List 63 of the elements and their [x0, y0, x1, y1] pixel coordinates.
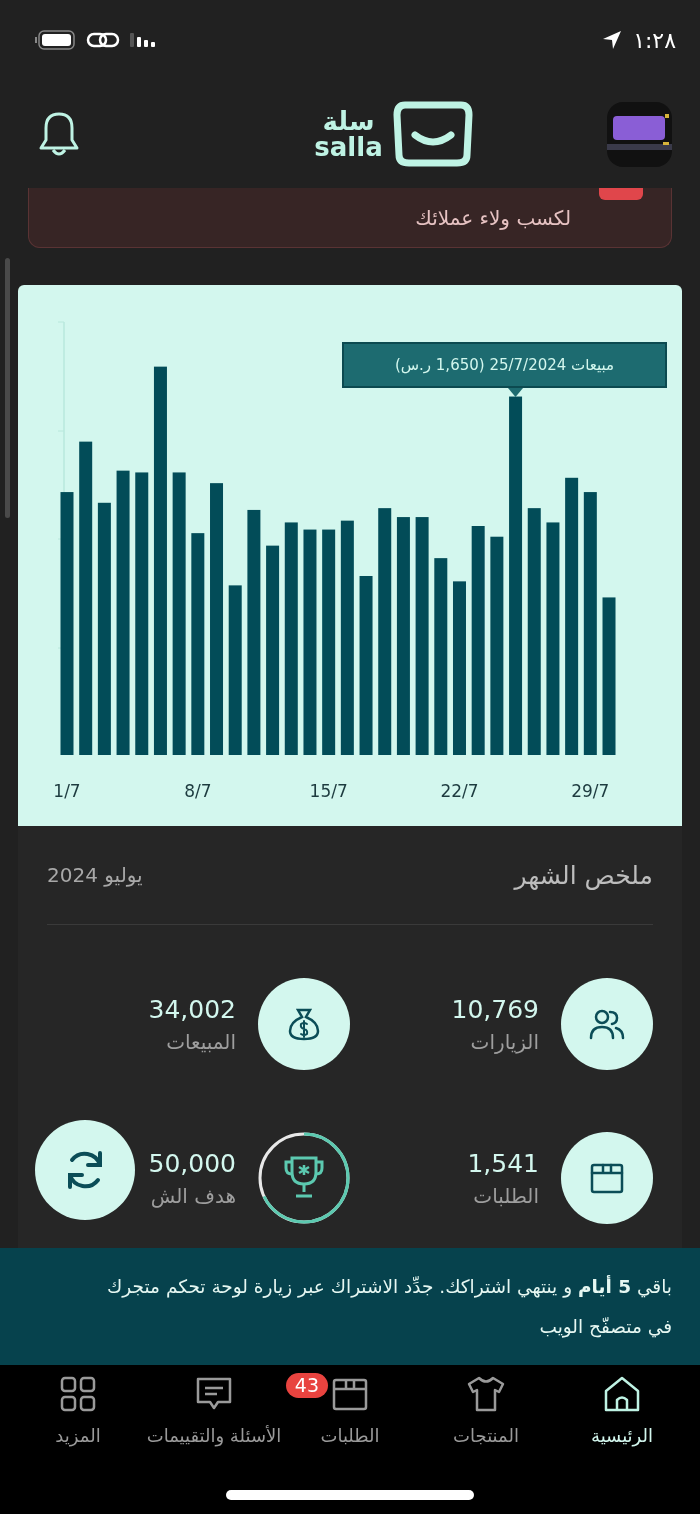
axis-label: 29/7 — [571, 781, 610, 801]
battery-icon — [34, 29, 76, 51]
bar[interactable] — [471, 526, 485, 755]
bar[interactable] — [172, 472, 186, 755]
bar[interactable] — [434, 558, 448, 755]
bar[interactable] — [266, 545, 280, 755]
bar[interactable] — [602, 597, 616, 755]
nav-tab[interactable]: المزيد — [10, 1373, 146, 1459]
signal-icon — [130, 31, 158, 49]
bar[interactable] — [135, 472, 149, 755]
bar[interactable] — [565, 477, 579, 755]
count-badge: 43 — [285, 1373, 328, 1398]
stat-label: المبيعات — [165, 1029, 236, 1054]
tooltip-pointer — [508, 388, 523, 397]
logo-text: سلة — [322, 108, 375, 134]
bar[interactable] — [359, 576, 373, 755]
bar[interactable] — [303, 529, 317, 755]
stat-label: الزيارات — [469, 1029, 539, 1054]
stat-label: هدف الش — [149, 1183, 236, 1208]
bar[interactable] — [247, 509, 261, 755]
notifications-icon[interactable] — [38, 110, 80, 158]
stat-value: 10,769 — [451, 994, 539, 1024]
summary-period: يوليو 2024 — [47, 863, 143, 887]
alert-badge — [599, 188, 643, 200]
bar[interactable] — [583, 492, 597, 755]
bar[interactable] — [228, 585, 242, 755]
axis-label: 22/7 — [440, 781, 479, 801]
bar[interactable] — [527, 508, 541, 755]
summary-title: ملخص الشهر — [514, 860, 653, 890]
axis-label: 1/7 — [53, 781, 81, 801]
bar[interactable] — [396, 517, 410, 755]
link-icon — [86, 30, 120, 50]
chart-tooltip: مبيعات 25/7/2024 (1,650 ر.س) — [342, 342, 667, 388]
bar[interactable] — [509, 396, 523, 755]
bar[interactable] — [153, 366, 167, 755]
trophy-icon — [258, 1132, 350, 1224]
bar[interactable] — [116, 470, 130, 755]
nav-tab[interactable]: المنتجات — [418, 1373, 554, 1459]
nav-tab[interactable]: الرئيسية — [554, 1373, 690, 1459]
bar[interactable] — [340, 520, 354, 755]
notice-text: لكسب ولاء عملائك — [415, 205, 571, 230]
bar[interactable] — [191, 533, 205, 755]
stat-label: الطلبات — [472, 1183, 539, 1208]
bar[interactable] — [79, 441, 93, 755]
status-time: ١:٢٨ — [633, 27, 676, 53]
stat-value: 34,002 — [148, 994, 236, 1024]
logo-text: salla — [314, 134, 383, 160]
bar[interactable] — [546, 522, 560, 755]
bar[interactable] — [284, 522, 298, 755]
bar[interactable] — [490, 536, 504, 755]
bar[interactable] — [322, 529, 336, 755]
bar[interactable] — [60, 492, 74, 755]
stat-value: 50,000 — [148, 1148, 236, 1178]
axis-label: 15/7 — [309, 781, 348, 801]
logo-icon — [392, 101, 473, 167]
stat-value: 1,541 — [467, 1148, 539, 1178]
bar[interactable] — [97, 502, 111, 755]
bar[interactable] — [415, 517, 429, 755]
banner-text: باقي 5 أيام و ينتهي اشتراكك. جدِّد الاشتراك عبر زيارة لوحة تحكم متجرك في متصفّح الويب — [106, 1274, 672, 1340]
location-arrow-icon — [601, 29, 624, 51]
axis-label: 8/7 — [184, 781, 212, 801]
nav-tab[interactable]: الأسئلة والتقييمات — [146, 1373, 282, 1459]
bar[interactable] — [378, 508, 392, 755]
